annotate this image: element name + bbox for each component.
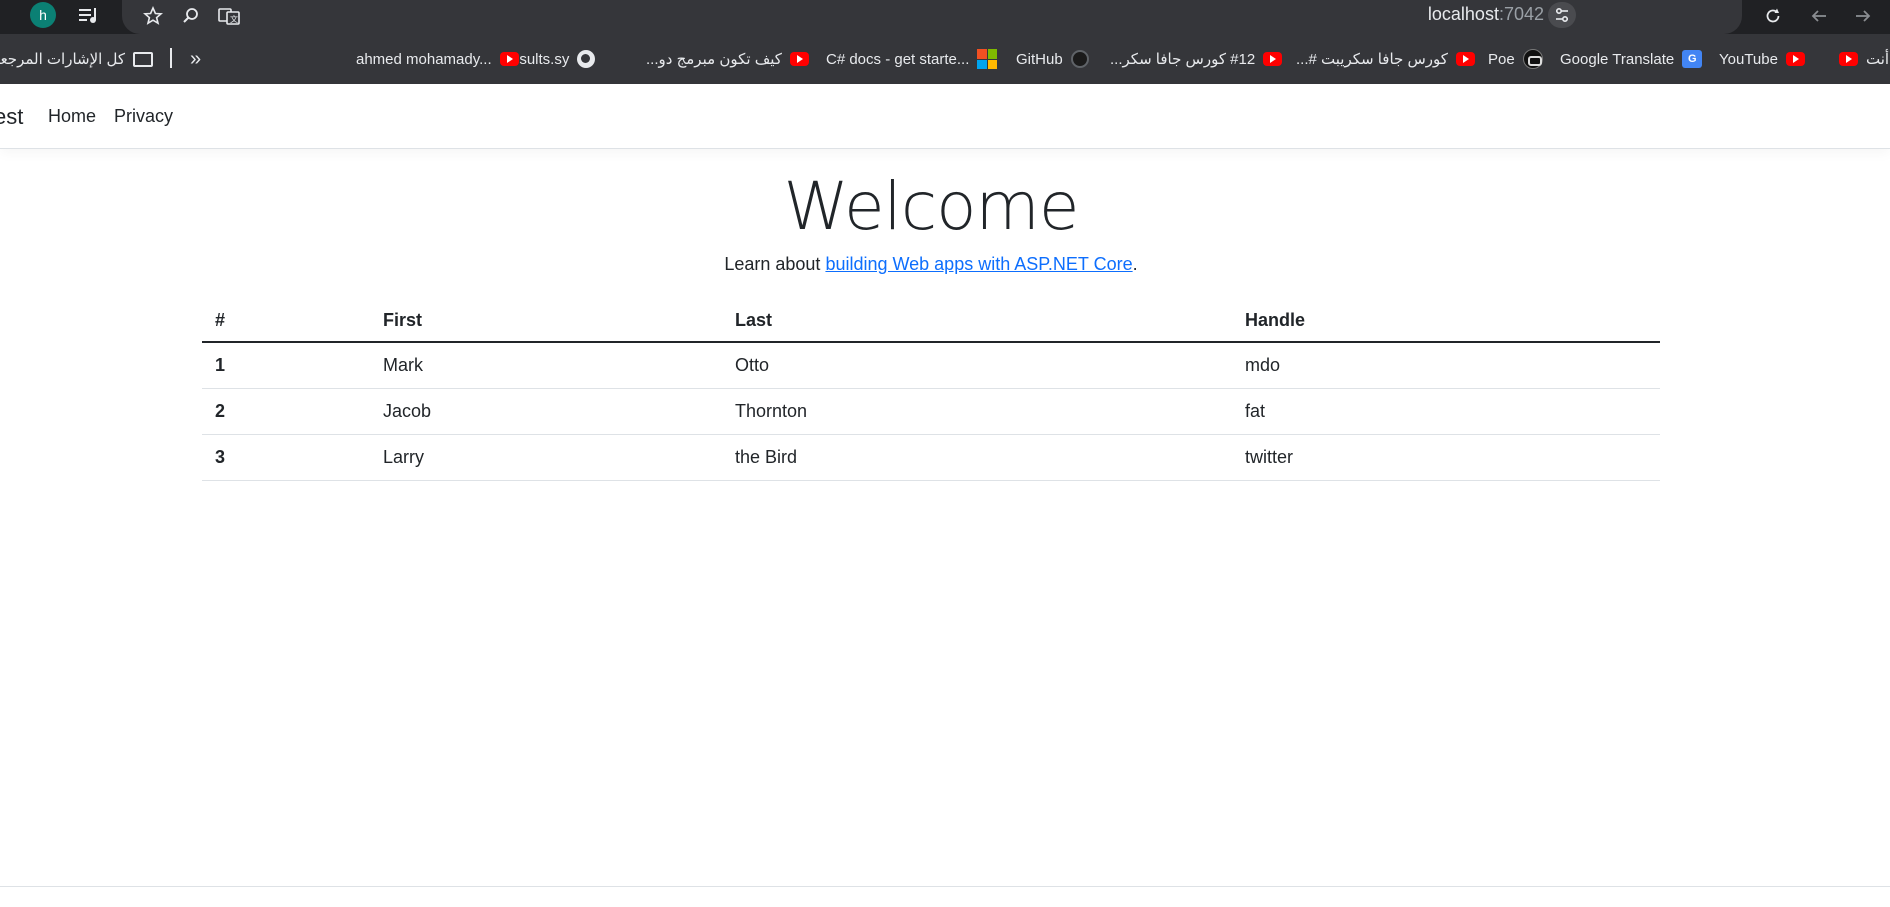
bookmark-label: Google Translate: [1560, 50, 1675, 68]
bookmark-item[interactable]: كيف تكون مبرمج دو...: [646, 34, 809, 84]
bookmark-star-icon[interactable]: [140, 2, 166, 30]
back-arrow-icon[interactable]: [1806, 2, 1832, 30]
bookmark-label: #12 كورس جافا سكر...: [1110, 51, 1256, 68]
cell-handle: twitter: [1232, 434, 1660, 481]
cell-first: Jacob: [370, 388, 722, 435]
header-handle: Handle: [1232, 300, 1660, 343]
lead-prefix: Learn about: [724, 254, 826, 274]
bookmark-label: YouTube: [1719, 50, 1778, 68]
bookmarks-bar: كل الإشارات المرجعية أنت YouTube Google …: [0, 34, 1890, 84]
table-row: 3 Larry the Bird twitter: [202, 434, 1660, 481]
youtube-icon: [789, 52, 809, 66]
nav-home-link[interactable]: Home: [48, 84, 96, 149]
translate-page-icon[interactable]: 文: [216, 2, 242, 30]
cell-last: Thornton: [722, 388, 1232, 435]
bookmark-item[interactable]: أنت: [1839, 34, 1889, 84]
lead-text: Learn about building Web apps with ASP.N…: [0, 254, 1862, 275]
zoom-icon[interactable]: [178, 2, 204, 30]
reload-icon[interactable]: [1760, 2, 1786, 30]
bookmark-item[interactable]: كورس جافا سكريبت #...: [1296, 34, 1475, 84]
youtube-icon: [1839, 52, 1858, 66]
table-row: 1 Mark Otto mdo: [202, 342, 1660, 389]
table-header-row: # First Last Handle: [202, 300, 1660, 343]
aspnet-docs-link[interactable]: building Web apps with ASP.NET Core: [825, 254, 1132, 274]
folder-icon: [133, 51, 153, 67]
bookmark-label: Poe: [1488, 50, 1515, 68]
cell-handle: fat: [1232, 388, 1660, 435]
lead-suffix: .: [1132, 254, 1138, 274]
bookmark-item[interactable]: #12 كورس جافا سكر...: [1110, 34, 1283, 84]
people-table: # First Last Handle 1 Mark Otto mdo 2 Ja…: [202, 300, 1660, 481]
page-title: Welcome: [783, 168, 1080, 245]
header-number: #: [202, 300, 370, 343]
header-first: First: [370, 300, 722, 343]
forward-arrow-icon[interactable]: [1850, 2, 1876, 30]
bookmark-item[interactable]: YouTube: [1719, 34, 1805, 84]
cell-first: Mark: [370, 342, 722, 389]
youtube-icon: [1785, 52, 1805, 66]
address-bar[interactable]: 文 localhost:7042: [122, 0, 1742, 34]
header-last: Last: [722, 300, 1232, 343]
table-row: 2 Jacob Thornton fat: [202, 388, 1660, 435]
google-translate-icon: G: [1682, 50, 1703, 68]
url-port: :7042: [1498, 4, 1544, 24]
footer-divider: [0, 886, 1890, 887]
microsoft-icon: [977, 49, 998, 69]
all-bookmarks-label: كل الإشارات المرجعية: [0, 51, 125, 68]
bookmark-label: ahmed mohamady...: [356, 50, 492, 68]
site-settings-button[interactable]: [1548, 2, 1576, 28]
browser-toolbar: h 文 localhost:7042: [0, 0, 1890, 34]
bookmark-label: كورس جافا سكريبت #...: [1296, 51, 1448, 68]
bookmark-item[interactable]: ahmed mohamady...: [356, 34, 519, 84]
site-brand[interactable]: est: [0, 84, 23, 149]
youtube-icon: [1455, 52, 1475, 66]
bookmark-label: GitHub: [1016, 50, 1063, 68]
cell-number: 1: [202, 342, 370, 389]
profile-initial: h: [39, 7, 47, 23]
more-bookmarks-chevron-icon[interactable]: »: [190, 34, 201, 84]
cell-handle: mdo: [1232, 342, 1660, 389]
cell-last: Otto: [722, 342, 1232, 389]
nav-privacy-link[interactable]: Privacy: [114, 84, 173, 149]
youtube-icon: [1263, 52, 1283, 66]
cell-number: 3: [202, 434, 370, 481]
url-text[interactable]: localhost:7042: [1428, 0, 1544, 28]
bookmarks-divider: [170, 48, 172, 68]
bookmark-item[interactable]: Poe: [1488, 34, 1543, 84]
url-host: localhost: [1427, 4, 1499, 24]
bookmark-label: C# docs - get starte...: [826, 50, 970, 68]
svg-text:文: 文: [230, 14, 238, 24]
cell-number: 2: [202, 388, 370, 435]
globe-icon: [577, 50, 596, 68]
profile-avatar[interactable]: h: [30, 2, 56, 28]
all-bookmarks-folder[interactable]: كل الإشارات المرجعية: [0, 34, 153, 84]
bookmark-item[interactable]: GitHub: [1016, 34, 1089, 84]
bookmark-item[interactable]: results.sy: [506, 34, 596, 84]
bookmark-label: كيف تكون مبرمج دو...: [646, 51, 782, 68]
bookmark-label: أنت: [1866, 51, 1890, 68]
youtube-icon: [499, 52, 519, 66]
cell-last: the Bird: [722, 434, 1232, 481]
poe-icon: [1522, 49, 1543, 69]
cell-first: Larry: [370, 434, 722, 481]
reading-list-icon[interactable]: [76, 2, 102, 30]
github-icon: [1070, 50, 1089, 68]
bookmark-item[interactable]: Google Translate G: [1560, 34, 1703, 84]
site-navbar: est Home Privacy: [0, 84, 1890, 149]
bookmark-item[interactable]: C# docs - get starte...: [826, 34, 998, 84]
